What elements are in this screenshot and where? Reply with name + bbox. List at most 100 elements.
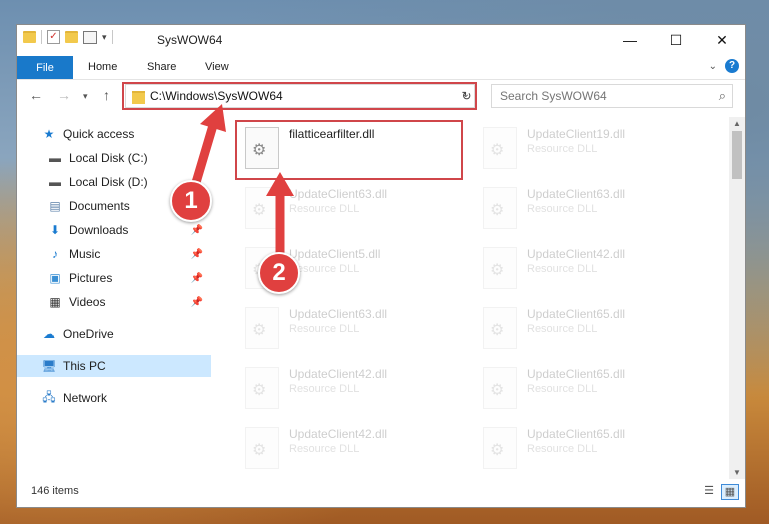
new-folder-icon[interactable] [65, 31, 78, 43]
search-icon: ⌕ [718, 88, 726, 103]
file-name: UpdateClient5.dll [289, 247, 381, 261]
recent-locations-icon[interactable]: ▾ [83, 91, 88, 102]
sidebar-item-label: Documents [69, 199, 130, 213]
navigation-pane: ★ Quick access ▬ Local Disk (C:) ▬ Local… [17, 117, 211, 479]
dll-file-icon [483, 427, 517, 469]
music-icon: ♪ [52, 247, 58, 261]
quick-access-toolbar: ✓ ▾ [23, 30, 113, 44]
properties-check-icon[interactable]: ✓ [47, 30, 60, 44]
forward-arrow-icon[interactable]: → [57, 87, 71, 103]
pin-icon[interactable]: 📌 [191, 225, 203, 236]
expand-ribbon-icon[interactable]: ⌄ [709, 61, 717, 72]
sidebar-item-pictures[interactable]: ▣ Pictures 📌 [17, 267, 211, 289]
file-type: Resource DLL [527, 143, 598, 155]
sidebar-item-label: Quick access [63, 127, 135, 141]
video-icon: ▦ [49, 295, 61, 309]
scroll-up-icon[interactable]: ▲ [733, 119, 741, 128]
file-item[interactable]: UpdateClient19.dll Resource DLL [475, 123, 695, 175]
file-type: Resource DLL [289, 383, 360, 395]
dll-file-icon [245, 427, 279, 469]
sidebar-item-local-disk-c[interactable]: ▬ Local Disk (C:) [17, 147, 211, 169]
tab-file[interactable]: File [17, 56, 73, 79]
tab-share[interactable]: Share [147, 61, 176, 73]
search-box[interactable]: ⌕ [491, 84, 733, 108]
address-bar-highlight [122, 82, 477, 110]
file-item[interactable]: UpdateClient63.dll Resource DLL [475, 183, 695, 235]
file-item[interactable]: UpdateClient65.dll Resource DLL [475, 303, 695, 355]
file-type: Resource DLL [527, 383, 598, 395]
file-name: UpdateClient63.dll [289, 187, 388, 201]
sidebar-item-videos[interactable]: ▦ Videos 📌 [17, 291, 211, 313]
step-2-badge: 2 [258, 252, 300, 294]
sidebar-item-music[interactable]: ♪ Music 📌 [17, 243, 211, 265]
pin-icon[interactable]: 📌 [191, 297, 203, 308]
tab-home[interactable]: Home [88, 61, 117, 73]
dll-file-icon [483, 127, 517, 169]
file-type: Resource DLL [527, 323, 598, 335]
dll-file-icon [245, 307, 279, 349]
large-icons-view-icon[interactable]: ▦ [721, 484, 739, 500]
file-item[interactable]: UpdateClient65.dll Resource DLL [475, 363, 695, 415]
folder-icon[interactable] [23, 31, 36, 43]
sidebar-item-this-pc[interactable]: 🖥 This PC [17, 355, 211, 377]
ribbon: File Home Share View ⌄ ? [17, 55, 745, 80]
file-name: UpdateClient42.dll [527, 247, 626, 261]
sidebar-item-network[interactable]: 🖧 Network [17, 387, 211, 409]
file-type: Resource DLL [527, 263, 598, 275]
file-type: Resource DLL [289, 203, 360, 215]
star-icon: ★ [43, 127, 55, 141]
up-arrow-icon[interactable]: ↑ [103, 87, 110, 103]
file-name: UpdateClient65.dll [527, 307, 626, 321]
dll-file-icon [245, 187, 279, 229]
file-item[interactable]: UpdateClient42.dll Resource DLL [237, 363, 457, 415]
status-bar: 146 items ☰ ▦ [17, 479, 745, 507]
file-item[interactable]: UpdateClient42.dll Resource DLL [237, 423, 457, 475]
dll-file-icon [483, 247, 517, 289]
file-item[interactable]: UpdateClient63.dll Resource DLL [237, 183, 457, 235]
drive-icon: ▬ [49, 175, 61, 189]
scrollbar-thumb[interactable] [732, 131, 742, 179]
sidebar-item-label: OneDrive [63, 327, 114, 341]
file-name: UpdateClient65.dll [527, 367, 626, 381]
rename-icon[interactable] [83, 30, 97, 44]
item-count: 146 items [31, 485, 79, 497]
sidebar-item-downloads[interactable]: ⬇ Downloads 📌 [17, 219, 211, 241]
sidebar-item-label: Videos [69, 295, 106, 309]
dll-file-icon [483, 367, 517, 409]
search-input[interactable] [498, 88, 702, 104]
pin-icon[interactable]: 📌 [191, 273, 203, 284]
back-arrow-icon[interactable]: ← [29, 87, 43, 103]
file-name: UpdateClient42.dll [289, 367, 388, 381]
computer-icon: 🖥 [41, 359, 57, 373]
chevron-down-icon[interactable]: ▾ [102, 32, 107, 43]
file-item[interactable]: UpdateClient63.dll Resource DLL [237, 303, 457, 355]
sidebar-item-label: Network [63, 391, 108, 405]
toolbar-separator [111, 30, 113, 44]
view-switcher: ☰ ▦ [701, 484, 739, 500]
document-icon: ▤ [49, 199, 61, 213]
pin-icon[interactable]: 📌 [191, 249, 203, 260]
file-type: Resource DLL [289, 323, 360, 335]
scroll-down-icon[interactable]: ▼ [733, 468, 741, 477]
sidebar-item-onedrive[interactable]: ☁ OneDrive [17, 323, 211, 345]
sidebar-item-quick-access[interactable]: ★ Quick access [17, 123, 211, 145]
vertical-scrollbar[interactable]: ▲ ▼ [729, 117, 745, 479]
file-name: UpdateClient19.dll [527, 127, 626, 141]
help-icon[interactable]: ? [725, 59, 739, 73]
minimize-button[interactable]: — [607, 25, 653, 55]
file-name: UpdateClient63.dll [527, 187, 626, 201]
close-button[interactable]: ✕ [699, 25, 745, 55]
dll-file-icon [483, 187, 517, 229]
file-item[interactable]: UpdateClient65.dll Resource DLL [475, 423, 695, 475]
maximize-button[interactable]: ☐ [653, 25, 699, 55]
file-type: Resource DLL [527, 203, 598, 215]
details-view-icon[interactable]: ☰ [701, 484, 717, 498]
dll-file-icon [483, 307, 517, 349]
download-icon: ⬇ [49, 223, 61, 237]
tab-view[interactable]: View [205, 61, 229, 73]
file-item[interactable]: UpdateClient42.dll Resource DLL [475, 243, 695, 295]
pictures-icon: ▣ [49, 271, 61, 285]
sidebar-item-label: Music [69, 247, 101, 261]
file-highlight [235, 120, 463, 180]
toolbar-separator [41, 30, 42, 44]
